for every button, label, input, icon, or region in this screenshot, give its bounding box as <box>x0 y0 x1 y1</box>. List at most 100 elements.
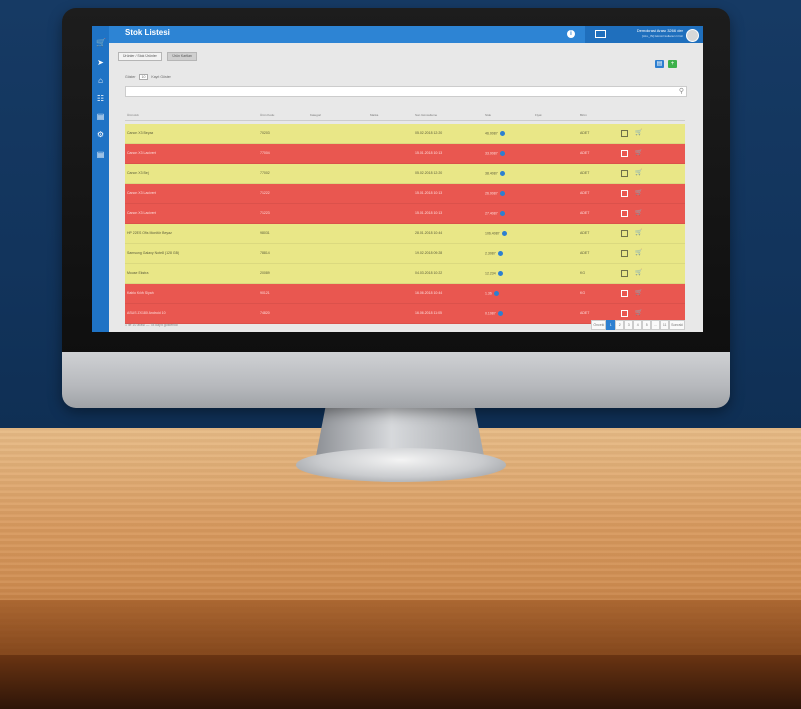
table-row[interactable]: Kablo Kılıfı Siyah 90121 16.06.2018 10:4… <box>125 284 685 304</box>
prev-page-button[interactable]: Önceki <box>591 320 607 330</box>
document-icon[interactable] <box>621 190 628 197</box>
page-button-1[interactable]: 1 <box>606 320 616 330</box>
cell-code: 90121 <box>260 291 270 295</box>
next-page-button[interactable]: Sonraki <box>669 320 685 330</box>
show-suffix: Kayıt Göster <box>151 75 171 79</box>
info-dot-icon[interactable] <box>499 171 505 176</box>
cart-icon[interactable]: 🛒 <box>635 210 642 216</box>
document-icon[interactable]: ▤ <box>96 150 105 159</box>
info-icon[interactable]: i <box>567 30 575 38</box>
page-button-2[interactable]: 2 <box>615 320 625 330</box>
cell-unit: KG <box>580 271 586 275</box>
table-row[interactable]: Canon X3 Bej 77002 05.02.2018 12:20 38.4… <box>125 164 685 184</box>
cell-unit: ADET <box>580 171 590 175</box>
cell-name: Canon X3 Beyaz <box>127 131 154 135</box>
table-row[interactable]: HP 22ES Ofis Monitör Beyaz 98031 28.01.2… <box>125 224 685 244</box>
info-dot-icon[interactable] <box>497 311 503 316</box>
search-input[interactable]: ⚲ <box>125 86 687 97</box>
cell-code: 70203 <box>260 131 270 135</box>
table-row[interactable]: Canon X3 Beyaz 70203 05.02.2018 12:20 46… <box>125 124 685 144</box>
page-button-5[interactable]: 5 <box>642 320 652 330</box>
document-icon[interactable] <box>621 250 628 257</box>
table-info: 1 ile 10 arası — 78 kayıt gösterildi <box>125 323 178 327</box>
document-icon[interactable] <box>621 310 628 317</box>
home-icon[interactable]: ⌂ <box>96 76 105 85</box>
inbox-icon[interactable]: ▤ <box>96 112 105 121</box>
cell-date: 15.01.2018 10:13 <box>415 211 443 215</box>
cart-icon[interactable]: 🛒 <box>96 38 106 47</box>
pagination: Önceki 1 2 3 4 5 ... 11 Sonraki <box>591 320 685 330</box>
search-icon[interactable]: ⚲ <box>679 87 684 96</box>
info-dot-icon[interactable] <box>499 131 505 136</box>
arrow-right-icon[interactable]: ➤ <box>96 58 105 67</box>
info-dot-icon[interactable] <box>499 191 505 196</box>
table-header: Ürün Adı Ürün Kodu Kategori Marka Son Gü… <box>125 112 685 121</box>
table-row[interactable]: Samsung Galaxy Note8 (128 GB) 78814 19.0… <box>125 244 685 264</box>
document-icon[interactable] <box>621 230 628 237</box>
info-dot-icon[interactable] <box>499 151 505 156</box>
info-dot-icon[interactable] <box>499 211 505 216</box>
cell-stock: 1.36 <box>485 291 499 296</box>
cell-stock: 33.0087 <box>485 151 505 156</box>
col-updated[interactable]: Son Güncelleme <box>415 113 437 117</box>
document-icon[interactable] <box>621 130 628 137</box>
page-size-select[interactable]: 10 <box>138 74 149 80</box>
user-name: Demokrasi Arası 3266 der <box>636 28 683 33</box>
col-unit[interactable]: Birim <box>580 113 587 117</box>
cell-code: 98031 <box>260 231 270 235</box>
cell-stock: 38.4087 <box>485 171 505 176</box>
col-price[interactable]: Fiyat <box>535 113 542 117</box>
document-icon[interactable] <box>621 270 628 277</box>
col-category[interactable]: Kategori <box>310 113 321 117</box>
table-row[interactable]: Canon X3 Lacivert 71223 15.01.2018 10:13… <box>125 204 685 224</box>
stock-value: 106.4087 <box>485 231 500 236</box>
col-code[interactable]: Ürün Kodu <box>260 113 274 117</box>
avatar[interactable] <box>686 29 699 42</box>
page-button-3[interactable]: 3 <box>624 320 634 330</box>
cart-icon[interactable]: 🛒 <box>635 310 642 316</box>
stock-value: 12.234 <box>485 271 496 276</box>
desk-edge <box>0 600 801 660</box>
document-icon[interactable] <box>621 210 628 217</box>
page-button-last[interactable]: 11 <box>660 320 670 330</box>
tab-product-cards[interactable]: Ürün Kartları <box>167 52 198 61</box>
export-button[interactable]: ▤ <box>655 60 664 68</box>
gear-icon[interactable]: ⚙ <box>96 130 105 139</box>
info-dot-icon[interactable] <box>497 251 503 256</box>
cart-icon[interactable]: 🛒 <box>635 270 642 276</box>
page-size-control: Göster 10 Kayıt Göster <box>125 74 171 80</box>
cell-date: 19.02.2018 09:28 <box>415 251 443 255</box>
info-dot-icon[interactable] <box>493 291 499 296</box>
info-dot-icon[interactable] <box>501 231 507 236</box>
bank-icon[interactable]: ☷ <box>96 94 105 103</box>
tab-stock-products[interactable]: Ürünler / Stok Ürünler <box>118 52 162 61</box>
stock-value: 27.4087 <box>485 211 498 216</box>
cart-icon[interactable]: 🛒 <box>635 290 642 296</box>
cell-stock: 12.234 <box>485 271 503 276</box>
info-dot-icon[interactable] <box>497 271 503 276</box>
cell-date: 04.03.2018 10:22 <box>415 271 443 275</box>
table-row[interactable]: Mouse Ekstra 20089 04.03.2018 10:22 12.2… <box>125 264 685 284</box>
col-brand[interactable]: Marka <box>370 113 378 117</box>
cart-icon[interactable]: 🛒 <box>635 150 642 156</box>
cart-icon[interactable]: 🛒 <box>635 230 642 236</box>
add-button[interactable]: + <box>668 60 677 68</box>
cell-stock: 2.3087 <box>485 251 503 256</box>
cell-code: 77002 <box>260 171 270 175</box>
col-stock[interactable]: Stok <box>485 113 491 117</box>
cell-unit: ADET <box>580 251 590 255</box>
cart-icon[interactable]: 🛒 <box>635 190 642 196</box>
page-button-4[interactable]: 4 <box>633 320 643 330</box>
cell-date: 16.06.2018 11:05 <box>415 311 442 315</box>
cart-icon[interactable]: 🛒 <box>635 170 642 176</box>
user-area[interactable]: Demokrasi Arası 3266 der [ALL_IN] Isimsi… <box>585 26 703 43</box>
col-name[interactable]: Ürün Adı <box>127 113 139 117</box>
cart-icon[interactable]: 🛒 <box>635 130 642 136</box>
cart-icon[interactable]: 🛒 <box>635 250 642 256</box>
document-icon[interactable] <box>621 150 628 157</box>
document-icon[interactable] <box>621 290 628 297</box>
document-icon[interactable] <box>621 170 628 177</box>
table-row[interactable]: Canon X3 Lacivert 71222 15.01.2018 10:13… <box>125 184 685 204</box>
cell-unit: ADET <box>580 231 590 235</box>
table-row[interactable]: Canon X3 Lacivert 77004 15.01.2018 10:13… <box>125 144 685 164</box>
